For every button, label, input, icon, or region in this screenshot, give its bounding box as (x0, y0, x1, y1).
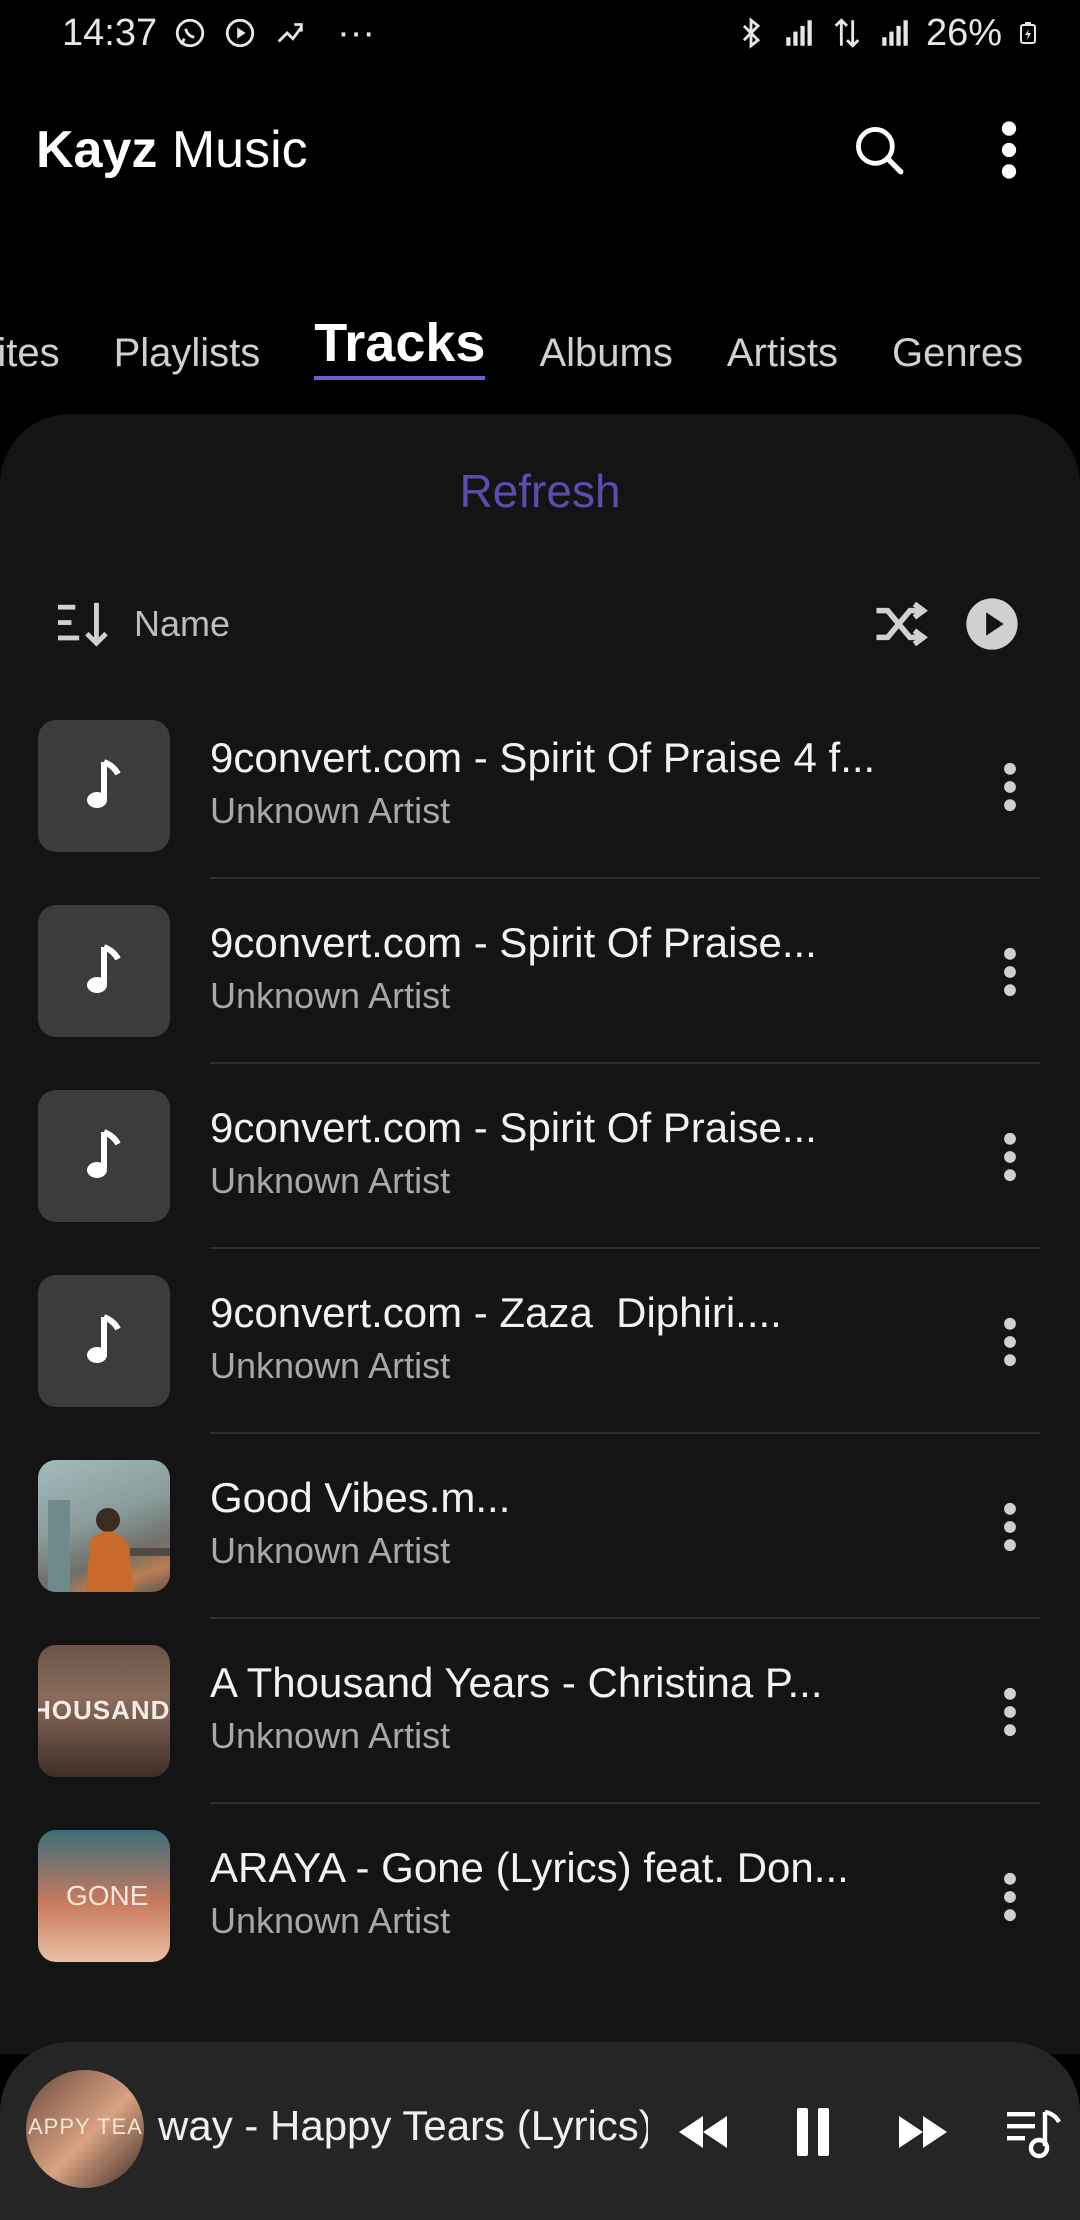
mini-player[interactable]: APPY TEAR way - Happy Tears (Lyrics) (0, 2042, 1080, 2220)
battery-charging-icon (1020, 22, 1036, 44)
album-art-text: GONE (66, 1880, 149, 1911)
track-row[interactable]: 9convert.com - Spirit Of Praise 4 f... U… (0, 694, 1080, 879)
app-brand: Kayz (36, 121, 158, 179)
sort-label[interactable]: Name (134, 603, 230, 645)
signal-icon-2 (882, 20, 908, 46)
track-artwork (38, 905, 170, 1037)
rewind-icon (679, 2116, 727, 2148)
track-artist: Unknown Artist (210, 1715, 451, 1756)
music-note-icon (87, 1129, 121, 1178)
tab-favorites[interactable]: rites (0, 331, 60, 380)
track-more-button[interactable] (980, 935, 1040, 1009)
track-more-button[interactable] (980, 1860, 1040, 1934)
track-list: 9convert.com - Spirit Of Praise 4 f... U… (0, 720, 1080, 1989)
whatsapp-icon (175, 18, 205, 48)
album-art-text: HOUSAND YE (38, 1695, 170, 1725)
track-title: ARAYA - Gone (Lyrics) feat. Don... (210, 1844, 849, 1891)
tab-artists[interactable]: Artists (727, 331, 838, 380)
track-artist: Unknown Artist (210, 1345, 451, 1386)
track-more-button[interactable] (980, 1305, 1040, 1379)
more-vertical-icon (1004, 1132, 1016, 1182)
more-vertical-icon (1004, 1317, 1016, 1367)
album-art-gone: GONE (38, 1830, 170, 1962)
search-icon (856, 127, 904, 175)
track-artist: Unknown Artist (210, 1530, 451, 1571)
app-title-rest: Music (157, 121, 308, 179)
app-title: Kayz Music (36, 120, 308, 180)
track-row[interactable]: GONE ARAYA - Gone (Lyrics) feat. Don... … (0, 1804, 1080, 1989)
signal-icon (786, 20, 812, 46)
transfer-icon (277, 23, 303, 43)
more-vertical-icon (1004, 1872, 1016, 1922)
tab-albums[interactable]: Albums (539, 331, 672, 380)
sort-row: Name (0, 584, 1080, 664)
battery-percent: 26% (925, 11, 1002, 54)
track-title: 9convert.com - Spirit Of Praise... (210, 919, 817, 966)
more-vertical-icon (1004, 762, 1016, 812)
track-artwork (38, 1090, 170, 1222)
pause-icon (797, 2108, 829, 2156)
track-title: A Thousand Years - Christina P... (210, 1659, 823, 1706)
shuffle-icon[interactable] (872, 599, 930, 649)
more-options-button[interactable] (974, 115, 1044, 185)
now-playing-title[interactable]: way - Happy Tears (Lyrics) (158, 2102, 648, 2150)
music-note-icon (87, 1314, 121, 1363)
album-art-thousand-years: HOUSAND YE (38, 1645, 170, 1777)
music-note-icon (87, 759, 121, 808)
more-vertical-icon (1001, 121, 1017, 179)
more-vertical-icon (1004, 947, 1016, 997)
more-notifications-indicator: ··· (337, 11, 376, 54)
track-row[interactable]: Good Vibes.m... Unknown Artist (0, 1434, 1080, 1619)
track-artist: Unknown Artist (210, 975, 451, 1016)
track-artist: Unknown Artist (210, 790, 451, 831)
search-button[interactable] (844, 115, 914, 185)
album-art-figure (38, 1460, 170, 1592)
app-header: Kayz Music (0, 100, 1080, 200)
more-vertical-icon (1004, 1687, 1016, 1737)
pause-button[interactable] (780, 2099, 846, 2165)
track-row[interactable]: HOUSAND YE A Thousand Years - Christina … (0, 1619, 1080, 1804)
bluetooth-icon (742, 17, 761, 49)
status-time: 14:37 (62, 11, 158, 54)
tab-tracks[interactable]: Tracks (314, 312, 486, 380)
album-art-photo (38, 1460, 170, 1592)
more-vertical-icon (1004, 1502, 1016, 1552)
track-artist: Unknown Artist (210, 1900, 451, 1941)
track-row[interactable]: 9convert.com - Spirit Of Praise... Unkno… (0, 1064, 1080, 1249)
now-playing-artwork-text: APPY TEAR (28, 2114, 144, 2139)
data-transfer-icon (834, 18, 860, 48)
now-playing-artwork[interactable]: APPY TEAR (26, 2070, 144, 2188)
play-circle-icon (225, 18, 255, 48)
track-row[interactable]: 9convert.com - Spirit Of Praise... Unkno… (0, 879, 1080, 1064)
category-tabs: rites Playlists Tracks Albums Artists Ge… (0, 310, 1080, 390)
track-more-button[interactable] (980, 750, 1040, 824)
track-more-button[interactable] (980, 1490, 1040, 1564)
tab-playlists[interactable]: Playlists (114, 331, 261, 380)
queue-button[interactable] (1000, 2099, 1066, 2165)
track-title: 9convert.com - Zaza Diphiri.... (210, 1289, 782, 1336)
tracks-panel: Refresh Name 9convert.com - Spirit Of Pr… (0, 414, 1080, 2054)
track-row[interactable]: 9convert.com - Zaza Diphiri.... Unknown … (0, 1249, 1080, 1434)
queue-music-icon (1007, 2109, 1061, 2159)
track-more-button[interactable] (980, 1675, 1040, 1749)
track-artwork (38, 720, 170, 852)
fast-forward-icon (899, 2116, 947, 2148)
rewind-button[interactable] (670, 2099, 736, 2165)
track-more-button[interactable] (980, 1120, 1040, 1194)
music-note-icon (87, 944, 121, 993)
track-title: 9convert.com - Spirit Of Praise 4 f... (210, 734, 876, 781)
track-artist: Unknown Artist (210, 1160, 451, 1201)
fast-forward-button[interactable] (890, 2099, 956, 2165)
track-title: Good Vibes.m... (210, 1474, 511, 1521)
tab-genres[interactable]: Genres (892, 331, 1023, 380)
play-all-icon[interactable] (964, 596, 1020, 652)
sort-icon[interactable] (54, 599, 112, 649)
refresh-button[interactable]: Refresh (0, 464, 1080, 518)
status-bar: 14:37 ··· 26% (0, 0, 1080, 66)
track-title: 9convert.com - Spirit Of Praise... (210, 1104, 817, 1151)
track-artwork (38, 1275, 170, 1407)
